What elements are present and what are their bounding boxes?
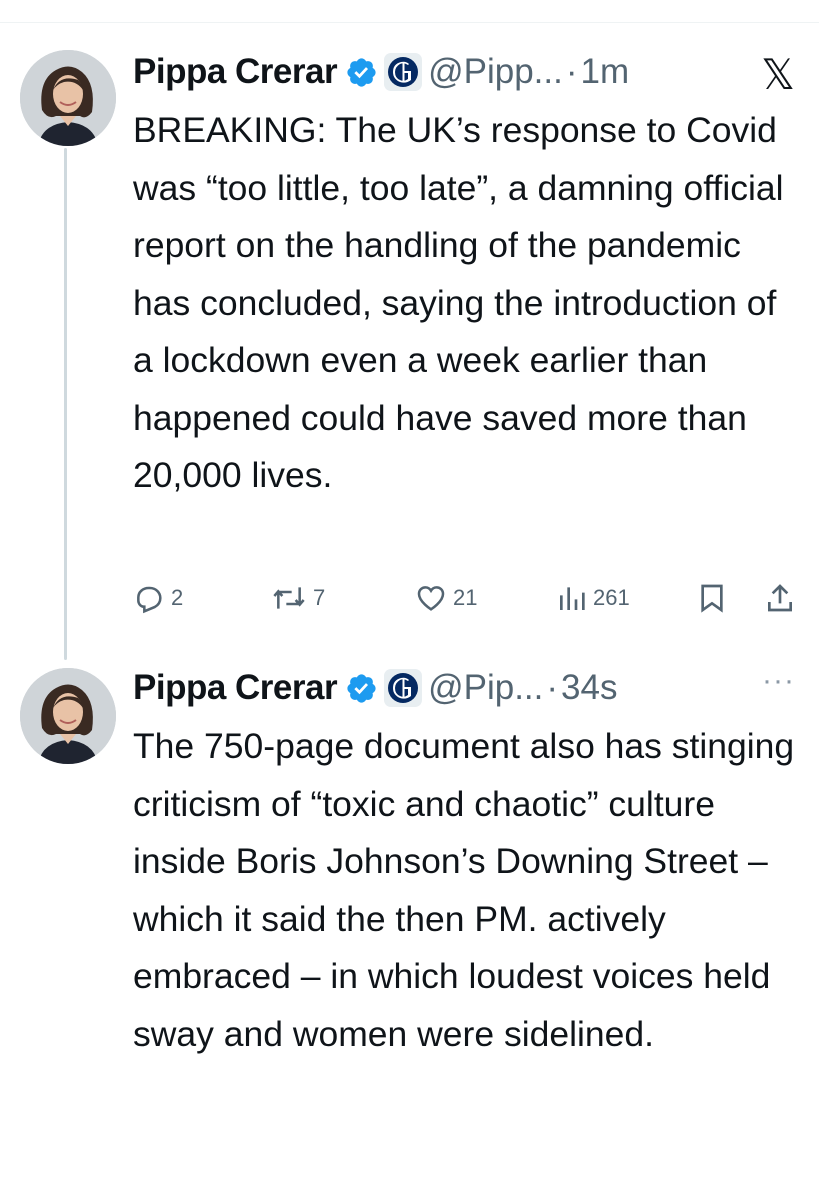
reply-icon <box>137 586 162 614</box>
share-icon <box>768 584 792 612</box>
verified-badge-icon <box>345 672 378 705</box>
reply-button[interactable]: 2 <box>133 582 183 614</box>
tweet-actions: 2 7 21 261 <box>133 582 803 622</box>
like-button[interactable]: 21 <box>415 582 477 614</box>
share-button[interactable] <box>765 582 795 614</box>
repost-button[interactable]: 7 <box>271 582 325 614</box>
tweet-text: The 750-page document also has stinging … <box>133 726 795 1054</box>
tweet-header: Pippa Crerar @Pip... · 34s ··· <box>133 662 801 714</box>
author-handle[interactable]: @Pipp... <box>428 52 563 92</box>
author-handle[interactable]: @Pip... <box>428 668 543 708</box>
header-separator: · <box>546 668 559 707</box>
views-button[interactable]: 261 <box>557 582 630 614</box>
timestamp[interactable]: 1m <box>581 52 630 92</box>
tweet-content: Pippa Crerar @Pip... · 34s ··· The 750-p… <box>133 662 801 1063</box>
like-icon <box>417 586 445 611</box>
timestamp[interactable]: 34s <box>561 668 617 708</box>
tweet-content: Pippa Crerar @Pipp... · 1m 𝕏 BREAKING: T… <box>133 46 801 505</box>
thread-connector-line <box>64 148 67 660</box>
like-count: 21 <box>453 585 478 610</box>
avatar[interactable] <box>20 668 116 764</box>
view-count: 261 <box>593 585 630 610</box>
bookmark-icon <box>701 584 723 613</box>
tweet-text: BREAKING: The UK’s response to Covid was… <box>133 110 784 495</box>
top-divider <box>0 22 819 23</box>
tweet-header: Pippa Crerar @Pipp... · 1m 𝕏 <box>133 46 801 98</box>
reply-count: 2 <box>171 585 184 610</box>
guardian-logo-icon[interactable] <box>384 53 423 91</box>
repost-icon <box>273 587 305 609</box>
author-name[interactable]: Pippa Crerar <box>133 668 338 708</box>
author-name[interactable]: Pippa Crerar <box>133 52 338 92</box>
avatar[interactable] <box>20 50 116 146</box>
repost-count: 7 <box>313 585 326 610</box>
guardian-logo-icon[interactable] <box>384 669 423 707</box>
more-icon[interactable]: ··· <box>762 664 795 698</box>
verified-badge-icon <box>345 56 378 89</box>
views-icon <box>560 587 585 610</box>
x-logo-icon: 𝕏 <box>761 51 795 98</box>
bookmark-button[interactable] <box>697 582 727 614</box>
header-separator: · <box>565 52 578 91</box>
